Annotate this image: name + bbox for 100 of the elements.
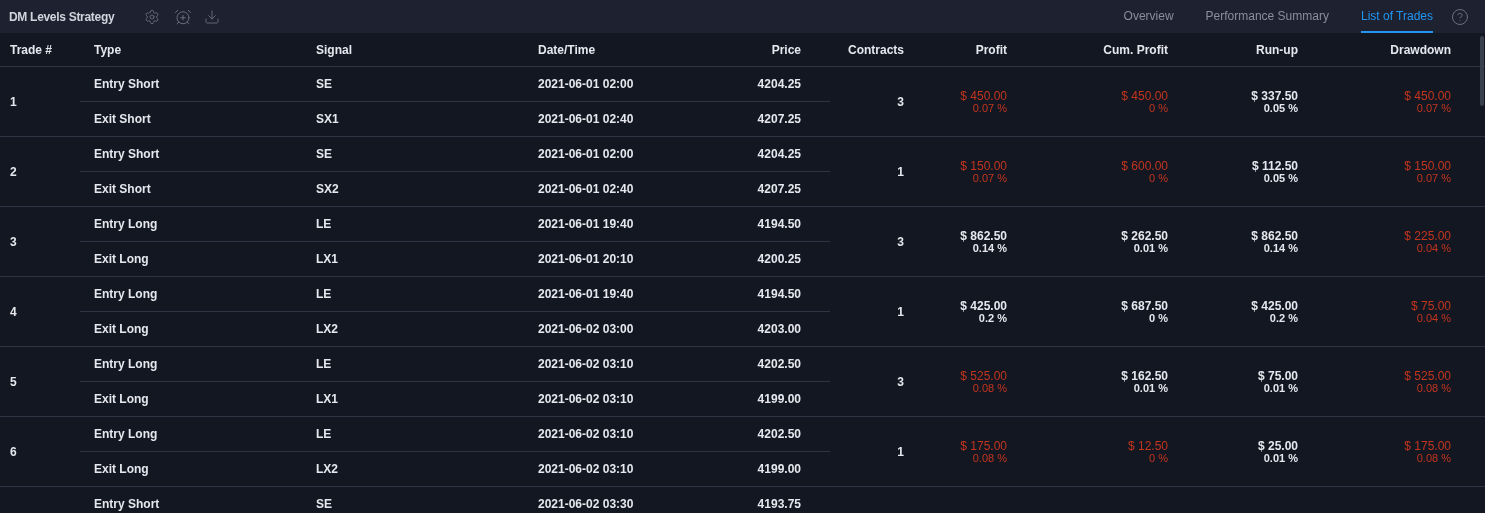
contracts-text: 1 [897, 444, 904, 459]
percent-text: 0.01 % [1133, 241, 1168, 254]
price-text: 4193.75 [756, 498, 802, 510]
contracts-text: 3 [897, 374, 904, 389]
date-time: 2021-06-02 03:30 [537, 498, 635, 510]
percent-text: 0 % [1149, 451, 1168, 464]
scrollbar-thumb[interactable] [1480, 36, 1484, 106]
alarm-clock-plus-icon[interactable] [174, 7, 193, 26]
signal-text: LX2 [315, 463, 339, 475]
amount-text: $ 525.00 [960, 369, 1007, 382]
amount-text: $ 150.00 [960, 159, 1007, 172]
download-icon[interactable] [204, 8, 221, 25]
date-time: 2021-06-02 03:00 [537, 323, 635, 335]
amount-text: $ 450.00 [960, 89, 1007, 102]
contracts-text: 1 [897, 304, 904, 319]
trade-number: 6 [10, 444, 17, 459]
amount-text: $ 450.00 [1404, 89, 1451, 102]
date-time: 2021-06-01 02:40 [537, 113, 635, 125]
signal-text: SX1 [315, 113, 340, 125]
percent-text: 0.01 % [1133, 381, 1168, 394]
percent-text: 0.01 % [1263, 451, 1298, 464]
amount-text: $ 150.00 [1404, 159, 1451, 172]
trade-type: Entry Short [93, 498, 161, 510]
date-time: 2021-06-01 02:40 [537, 183, 635, 195]
price-text: 4200.25 [756, 253, 802, 265]
signal-text: LX1 [315, 393, 339, 405]
tab[interactable]: Performance Summary [1205, 0, 1329, 33]
percent-text: 0.08 % [1416, 451, 1451, 464]
trade-type: Entry Long [93, 218, 159, 230]
amount-text: $ 450.00 [1121, 89, 1168, 102]
tab[interactable]: Overview [1123, 0, 1174, 33]
date-time: 2021-06-01 19:40 [537, 218, 635, 230]
date-time: 2021-06-02 03:10 [537, 463, 635, 475]
amount-text: $ 262.50 [1121, 229, 1168, 242]
percent-text: 0.14 % [972, 241, 1007, 254]
amount-text: $ 525.00 [1404, 369, 1451, 382]
percent-text: 0.2 % [978, 311, 1007, 324]
amount-text: $ 12.50 [1127, 439, 1168, 452]
signal-text: SE [315, 78, 333, 90]
trade-number: 5 [10, 374, 17, 389]
help-icon[interactable] [1451, 7, 1469, 26]
date-time: 2021-06-02 03:10 [537, 428, 635, 440]
column-header: Price [770, 42, 802, 57]
price-text: 4202.50 [756, 358, 802, 370]
percent-text: 0.05 % [1263, 101, 1298, 114]
percent-text: 0.04 % [1416, 241, 1451, 254]
column-header: Type [93, 42, 123, 57]
signal-text: LE [315, 288, 333, 300]
strategy-title: DM Levels Strategy [9, 10, 115, 23]
price-text: 4207.25 [756, 113, 802, 125]
price-text: 4194.50 [756, 218, 802, 230]
price-text: 4199.00 [756, 463, 802, 475]
price-text: 4207.25 [756, 183, 802, 195]
settings-icon[interactable] [144, 8, 161, 25]
amount-text: $ 425.00 [960, 299, 1007, 312]
amount-text: $ 600.00 [1121, 159, 1168, 172]
column-header: Profit [974, 42, 1008, 57]
amount-text: $ 75.00 [1410, 299, 1451, 312]
amount-text: $ 225.00 [1404, 229, 1451, 242]
price-text: 4194.50 [756, 288, 802, 300]
column-header: Trade # [9, 42, 54, 57]
percent-text: 0 % [1149, 171, 1168, 184]
amount-text: $ 112.50 [1251, 159, 1298, 172]
price-text: 4203.00 [756, 323, 802, 335]
trade-type: Entry Short [93, 148, 161, 160]
amount-text: $ 162.50 [1121, 369, 1168, 382]
trade-number: 2 [10, 164, 17, 179]
percent-text: 0.07 % [972, 171, 1007, 184]
date-time: 2021-06-02 03:10 [537, 358, 635, 370]
amount-text: $ 862.50 [1251, 229, 1298, 242]
percent-text: 0.07 % [1416, 171, 1451, 184]
percent-text: 0.01 % [1263, 381, 1298, 394]
signal-text: SX2 [315, 183, 340, 195]
amount-text: $ 337.50 [1251, 89, 1298, 102]
date-time: 2021-06-01 02:00 [537, 78, 635, 90]
contracts-text: 1 [897, 164, 904, 179]
percent-text: 0.07 % [1416, 101, 1451, 114]
trade-type: Entry Long [93, 428, 159, 440]
amount-text: $ 862.50 [960, 229, 1007, 242]
trade-type: Exit Long [93, 393, 150, 405]
signal-text: LX2 [315, 323, 339, 335]
date-time: 2021-06-01 20:10 [537, 253, 635, 265]
amount-text: $ 25.00 [1257, 439, 1298, 452]
column-header: Cum. Profit [1102, 42, 1169, 57]
amount-text: $ 75.00 [1257, 369, 1298, 382]
contracts-text: 3 [897, 234, 904, 249]
trade-type: Exit Short [93, 183, 152, 195]
price-text: 4204.25 [756, 78, 802, 90]
date-time: 2021-06-02 03:10 [537, 393, 635, 405]
trade-type: Entry Short [93, 78, 161, 90]
percent-text: 0.08 % [972, 381, 1007, 394]
column-header: Run-up [1255, 42, 1299, 57]
column-header: Signal [315, 42, 353, 57]
percent-text: 0.08 % [1416, 381, 1451, 394]
column-header: Drawdown [1389, 42, 1452, 57]
amount-text: $ 687.50 [1121, 299, 1168, 312]
tab[interactable]: List of Trades [1360, 0, 1433, 33]
amount-text: $ 425.00 [1251, 299, 1298, 312]
signal-text: SE [315, 148, 333, 160]
trade-number: 1 [10, 94, 17, 109]
